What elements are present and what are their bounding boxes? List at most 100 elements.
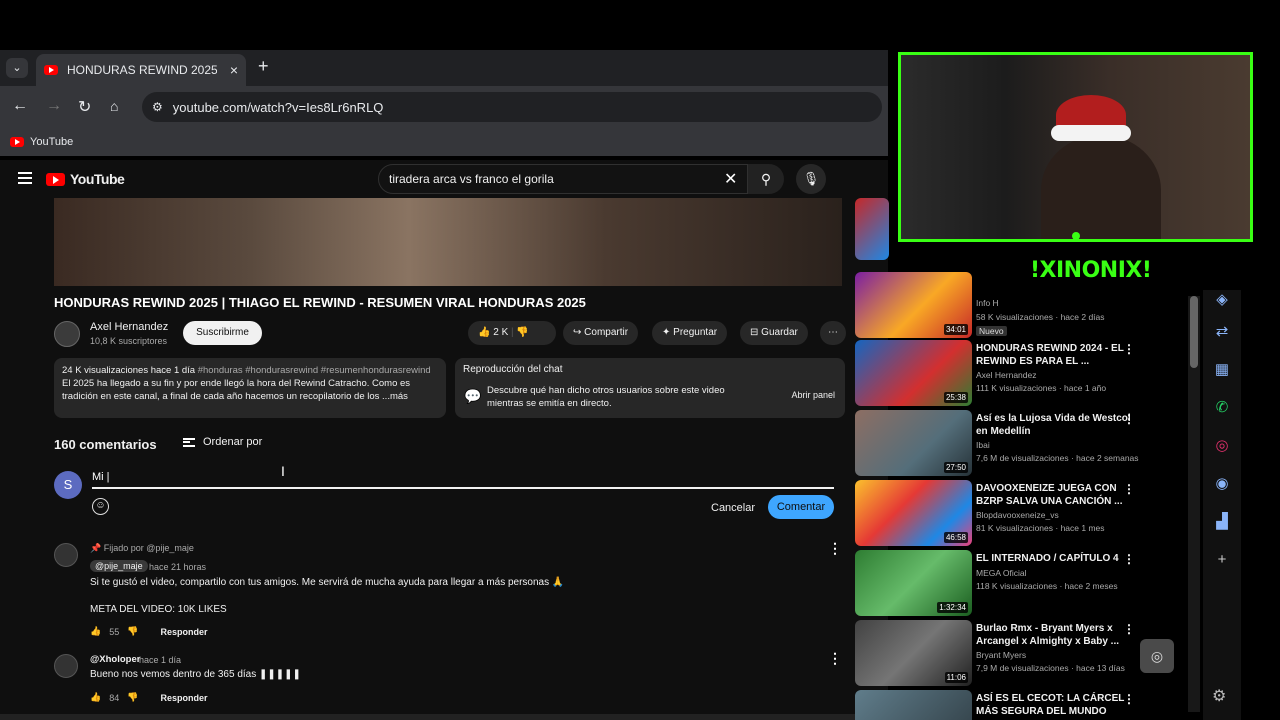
comment-submit-button[interactable]: Comentar (768, 495, 834, 519)
save-button[interactable]: ⊟ Guardar (740, 321, 808, 345)
rec-menu-icon[interactable]: ⋮ (1123, 482, 1135, 496)
back-icon[interactable]: ← (12, 97, 28, 115)
video-thumbnail[interactable]: 27:50 (855, 410, 972, 476)
comment-author[interactable]: @pije_maje (90, 560, 148, 572)
cancel-button[interactable]: Cancelar (702, 496, 764, 520)
video-title: HONDURAS REWIND 2025 | THIAGO EL REWIND … (54, 295, 586, 310)
forward-icon[interactable]: → (46, 97, 62, 115)
comment-author[interactable]: @Xholoper (90, 654, 140, 665)
emoji-icon[interactable]: ☺ (92, 498, 109, 515)
webcam-indicator-icon (1072, 232, 1080, 239)
rec-channel: Bryant Myers (976, 650, 1027, 660)
recommendation-item[interactable]: 25:38 HONDURAS REWIND 2024 - EL REWIND E… (855, 340, 1190, 406)
browser-toolbar: ← → ↻ ⌂ ⚙ youtube.com/watch?v=Ies8Lr6nRL… (0, 86, 888, 128)
description-tags[interactable]: #honduras #hondurasrewind #resumenhondur… (198, 365, 431, 376)
tab-search-menu-icon[interactable]: ⌄ (6, 58, 28, 78)
reply-button[interactable]: Responder (160, 627, 207, 637)
comment-input[interactable]: Mi | (92, 471, 834, 489)
rec-title[interactable]: Burlao Rmx - Bryant Myers x Arcangel x A… (976, 622, 1141, 648)
dislike-icon[interactable]: 👎 (127, 692, 138, 703)
address-bar[interactable]: ⚙ youtube.com/watch?v=Ies8Lr6nRLQ (142, 92, 882, 122)
voice-search-button[interactable]: 🎙 (796, 164, 826, 194)
video-thumbnail[interactable] (855, 690, 972, 720)
description-box[interactable]: 24 K visualizaciones hace 1 día #hondura… (54, 358, 446, 418)
like-icon[interactable]: 👍 (478, 327, 490, 338)
comment-menu-icon[interactable]: ⋮ (828, 650, 842, 667)
comment-avatar[interactable] (54, 543, 78, 567)
like-icon[interactable]: 👍 (90, 692, 101, 703)
channel-avatar[interactable] (54, 321, 80, 347)
rec-meta: 118 K visualizaciones · hace 2 meses (976, 581, 1118, 591)
floating-action-button[interactable]: ◎ (1140, 639, 1174, 673)
rec-title[interactable]: ASÍ ES EL CECOT: LA CÁRCEL MÁS SEGURA DE… (976, 692, 1141, 718)
ask-button[interactable]: ✦ Preguntar (652, 321, 728, 345)
rec-title[interactable]: EL INTERNADO / CAPÍTULO 4 (976, 552, 1141, 565)
rec-menu-icon[interactable]: ⋮ (1123, 622, 1135, 636)
whatsapp-icon[interactable]: ✆ (1212, 398, 1232, 418)
recommendation-item[interactable]: 27:50 Así es la Lujosa Vida de Westcol e… (855, 410, 1190, 476)
channel-name[interactable]: Axel Hernandez (90, 321, 168, 333)
reply-button[interactable]: Responder (160, 693, 207, 703)
rec-menu-icon[interactable]: ⋮ (1123, 412, 1135, 426)
tab-title: HONDURAS REWIND 2025 | THIAGO (67, 63, 217, 77)
comment-text: Si te gustó el video, compartilo con tus… (90, 577, 565, 588)
reload-icon[interactable]: ↻ (78, 97, 91, 117)
site-info-icon[interactable]: ⚙ (152, 100, 163, 114)
video-thumbnail[interactable]: 25:38 (855, 340, 972, 406)
stats-icon[interactable]: ▟ (1212, 512, 1232, 532)
comment-menu-icon[interactable]: ⋮ (828, 540, 842, 557)
home-icon[interactable]: ⌂ (110, 98, 118, 114)
video-thumbnail[interactable]: 1:32:34 (855, 550, 972, 616)
recommendation-item[interactable]: ASÍ ES EL CECOT: LA CÁRCEL MÁS SEGURA DE… (855, 690, 1190, 720)
bot-icon[interactable]: ◉ (1212, 474, 1232, 494)
browser-tabstrip: ⌄ HONDURAS REWIND 2025 | THIAGO × + (0, 50, 888, 86)
sidebar-scrollbar[interactable] (1188, 296, 1200, 712)
recommendation-item[interactable]: 46:58 DAVOOXENEIZE JUEGA CON BZRP SALVA … (855, 480, 1190, 546)
comment-time[interactable]: hace 21 horas (149, 562, 206, 572)
like-count[interactable]: 2 K (493, 327, 508, 338)
rec-menu-icon[interactable]: ⋮ (1123, 342, 1135, 356)
browser-tab[interactable]: HONDURAS REWIND 2025 | THIAGO × (36, 54, 246, 86)
comment-avatar[interactable] (54, 654, 78, 678)
video-thumbnail[interactable]: 11:06 (855, 620, 972, 686)
instagram-icon[interactable]: ◎ (1212, 436, 1232, 456)
translate-icon[interactable]: ⇄ (1212, 322, 1232, 342)
comment-time[interactable]: hace 1 día (139, 655, 181, 665)
bookmark-youtube[interactable]: YouTube (30, 136, 73, 148)
video-thumbnail[interactable] (855, 198, 889, 260)
cube-icon[interactable]: ◈ (1212, 290, 1232, 310)
menu-icon[interactable] (18, 172, 32, 184)
share-button[interactable]: ↪ Compartir (563, 321, 639, 345)
rec-title[interactable]: Así es la Lujosa Vida de Westcol en Mede… (976, 412, 1141, 438)
chat-icon: 💬 (464, 388, 482, 404)
dislike-icon[interactable]: 👎 (516, 327, 528, 338)
search-button[interactable]: ⚲ (748, 164, 784, 194)
add-icon[interactable]: + (1212, 550, 1232, 570)
subscribe-button[interactable]: Suscribirme (183, 321, 262, 345)
new-tab-icon[interactable]: + (258, 56, 269, 77)
rec-title[interactable]: HONDURAS REWIND 2024 - EL REWIND ES PARA… (976, 342, 1141, 368)
sort-button[interactable]: Ordenar por (183, 436, 262, 448)
pinned-label: 📌 Fijado por @pije_maje (90, 543, 194, 554)
video-thumbnail[interactable]: 46:58 (855, 480, 972, 546)
recommendation-item[interactable]: 1:32:34 EL INTERNADO / CAPÍTULO 4 MEGA O… (855, 550, 1190, 616)
search-input[interactable]: tiradera arca vs franco el gorila (378, 164, 748, 194)
video-thumbnail[interactable]: 34:01 (855, 272, 972, 338)
gear-icon[interactable]: ⚙ (1212, 686, 1226, 706)
clear-search-icon[interactable]: ✕ (724, 169, 737, 189)
tab-close-icon[interactable]: × (230, 62, 238, 78)
scrollbar-thumb[interactable] (1190, 296, 1198, 368)
rec-menu-icon[interactable]: ⋮ (1123, 552, 1135, 566)
youtube-logo[interactable]: YouTube (46, 171, 125, 187)
like-icon[interactable]: 👍 (90, 626, 101, 637)
share-label: Compartir (584, 327, 629, 338)
rec-menu-icon[interactable]: ⋮ (1123, 692, 1135, 706)
rec-title[interactable]: DAVOOXENEIZE JUEGA CON BZRP SALVA UNA CA… (976, 482, 1141, 508)
video-player[interactable] (54, 198, 842, 286)
streamer-name: !XINONIX! (1030, 258, 1152, 283)
video-duration: 34:01 (943, 324, 968, 335)
more-actions-button[interactable]: ⋯ (820, 321, 846, 345)
open-panel-button[interactable]: Abrir panel (791, 390, 835, 400)
dislike-icon[interactable]: 👎 (127, 626, 138, 637)
calendar-icon[interactable]: ▦ (1212, 360, 1232, 380)
